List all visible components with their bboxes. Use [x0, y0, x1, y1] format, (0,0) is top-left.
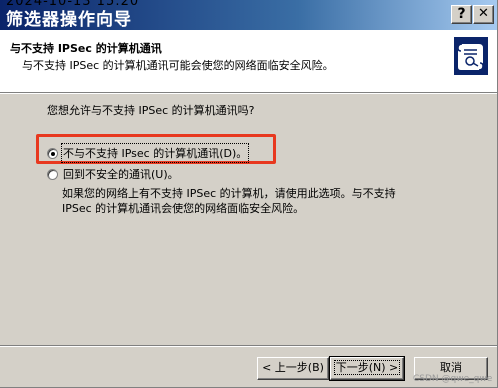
next-button[interactable]: 下一步(N) > [329, 356, 405, 381]
help-icon: ? [457, 6, 466, 22]
help-button[interactable]: ? [451, 5, 472, 24]
wizard-window: 2024-10-13 15:20 筛选器操作向导 ? ✕ 与不支持 IPSec … [0, 0, 498, 388]
header-title: 与不支持 IPSec 的计算机通讯 [10, 42, 162, 55]
wizard-header: 与不支持 IPSec 的计算机通讯 与不支持 IPSec 的计算机通讯可能会使您… [0, 30, 497, 92]
radio-button-fallback[interactable] [47, 168, 58, 180]
back-button[interactable]: < 上一步(B) [257, 357, 329, 380]
radio-option-block[interactable]: 不与不支持 IPsec 的计算机通讯(D)。 [47, 143, 250, 163]
close-icon: ✕ [478, 6, 489, 21]
description-line: 如果您的网络上有不支持 IPSec 的计算机，请使用此选项。与不支持 [62, 187, 396, 200]
radio-label-fallback[interactable]: 回到不安全的通讯(U)。 [63, 166, 179, 182]
radio-label-block[interactable]: 不与不支持 IPsec 的计算机通讯(D)。 [60, 143, 250, 163]
window-title: 筛选器操作向导 [6, 10, 132, 30]
option-description: 如果您的网络上有不支持 IPSec 的计算机，请使用此选项。与不支持 IPSec… [62, 186, 462, 216]
source-watermark: CSDN @qwe_qwe [413, 374, 493, 384]
next-button-label: 下一步(N) > [333, 360, 401, 375]
wizard-scroll-icon [454, 37, 488, 75]
title-bar[interactable]: 2024-10-13 15:20 筛选器操作向导 ? ✕ [0, 0, 497, 30]
close-button[interactable]: ✕ [473, 5, 494, 24]
question-text: 您想允许与不支持 IPSec 的计算机通讯吗? [47, 104, 255, 117]
description-line: IPSec 的计算机通讯会使您的网络面临安全风险。 [62, 202, 305, 215]
header-subtitle: 与不支持 IPSec 的计算机通讯可能会使您的网络面临安全风险。 [22, 59, 334, 72]
radio-option-fallback[interactable]: 回到不安全的通讯(U)。 [47, 166, 179, 182]
radio-button-block[interactable] [47, 147, 58, 159]
header-divider [0, 92, 497, 94]
footer-divider [0, 345, 497, 347]
